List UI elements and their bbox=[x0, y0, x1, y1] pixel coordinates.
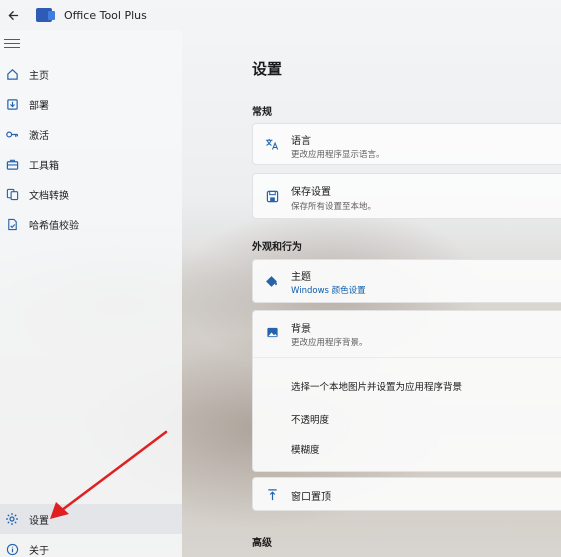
save-icon bbox=[265, 189, 279, 203]
window-topmost-title: 窗口置顶 bbox=[291, 492, 331, 503]
sidebar-item-label: 关于 bbox=[29, 545, 49, 557]
background-description: 更改应用程序背景。 bbox=[291, 338, 368, 348]
window-topmost-card[interactable]: 窗口置顶 bbox=[252, 477, 561, 511]
sidebar-item-deploy[interactable]: 部署 bbox=[0, 89, 182, 119]
sidebar-item-settings[interactable]: 设置 bbox=[0, 504, 182, 534]
pin-top-icon bbox=[265, 487, 279, 501]
windows-color-settings-link[interactable]: Windows 颜色设置 bbox=[291, 284, 366, 296]
sidebar-item-label: 哈希值校验 bbox=[29, 220, 79, 232]
sidebar-item-activate[interactable]: 激活 bbox=[0, 119, 182, 149]
document-convert-icon bbox=[5, 187, 19, 201]
sidebar-item-label: 文档转换 bbox=[29, 190, 69, 202]
blur-option[interactable]: 模糊度 bbox=[291, 442, 320, 456]
choose-local-image-option[interactable]: 选择一个本地图片并设置为应用程序背景 bbox=[291, 379, 462, 393]
key-icon bbox=[5, 127, 19, 141]
image-icon bbox=[265, 325, 279, 339]
home-icon bbox=[5, 67, 19, 81]
sidebar-item-label: 主页 bbox=[29, 70, 49, 82]
section-header-general: 常规 bbox=[252, 107, 272, 118]
hash-check-icon bbox=[5, 217, 19, 231]
sidebar: 主页 部署 激活 工具箱 文档转换 哈希值校验 设置 关于 bbox=[0, 30, 182, 557]
app-logo-icon bbox=[36, 8, 55, 22]
language-setting-card[interactable]: 语言 更改应用程序显示语言。 bbox=[252, 123, 561, 165]
back-arrow-icon bbox=[7, 10, 18, 20]
sidebar-item-label: 工具箱 bbox=[29, 160, 59, 172]
save-settings-description: 保存所有设置至本地。 bbox=[291, 202, 377, 212]
sidebar-item-home[interactable]: 主页 bbox=[0, 59, 182, 89]
title-bar: Office Tool Plus bbox=[0, 0, 182, 30]
save-settings-card[interactable]: 保存设置 保存所有设置至本地。 bbox=[252, 173, 561, 219]
language-title: 语言 bbox=[291, 136, 311, 147]
sidebar-item-label: 部署 bbox=[29, 100, 49, 112]
sidebar-item-hash-check[interactable]: 哈希值校验 bbox=[0, 209, 182, 239]
paint-bucket-icon bbox=[265, 274, 279, 288]
section-header-advanced: 高级 bbox=[252, 538, 272, 549]
hamburger-menu-icon[interactable] bbox=[4, 36, 20, 50]
opacity-option[interactable]: 不透明度 bbox=[291, 412, 329, 426]
sidebar-item-about[interactable]: 关于 bbox=[0, 534, 182, 557]
translate-icon bbox=[265, 137, 279, 151]
page-title: 设置 bbox=[252, 60, 283, 78]
background-setting-card: 背景 更改应用程序背景。 选择一个本地图片并设置为应用程序背景 不透明度 模糊度 bbox=[252, 310, 561, 472]
info-icon bbox=[5, 542, 19, 556]
background-title: 背景 bbox=[291, 324, 311, 335]
divider bbox=[253, 357, 561, 358]
deploy-icon bbox=[5, 97, 19, 111]
toolbox-icon bbox=[5, 157, 19, 171]
app-title: Office Tool Plus bbox=[64, 8, 147, 22]
sidebar-item-label: 激活 bbox=[29, 130, 49, 142]
section-header-appearance: 外观和行为 bbox=[252, 242, 302, 253]
gear-icon bbox=[5, 512, 19, 526]
sidebar-item-document-convert[interactable]: 文档转换 bbox=[0, 179, 182, 209]
save-settings-title: 保存设置 bbox=[291, 187, 331, 198]
theme-setting-card[interactable]: 主题 Windows 颜色设置 bbox=[252, 259, 561, 303]
sidebar-item-label: 设置 bbox=[29, 515, 49, 527]
theme-title: 主题 bbox=[291, 272, 311, 283]
settings-page: 设置 常规 语言 更改应用程序显示语言。 保存设置 保存所有设置至本地。 外观和… bbox=[182, 30, 561, 557]
language-description: 更改应用程序显示语言。 bbox=[291, 150, 385, 160]
back-button[interactable] bbox=[0, 0, 26, 30]
sidebar-item-toolbox[interactable]: 工具箱 bbox=[0, 149, 182, 179]
